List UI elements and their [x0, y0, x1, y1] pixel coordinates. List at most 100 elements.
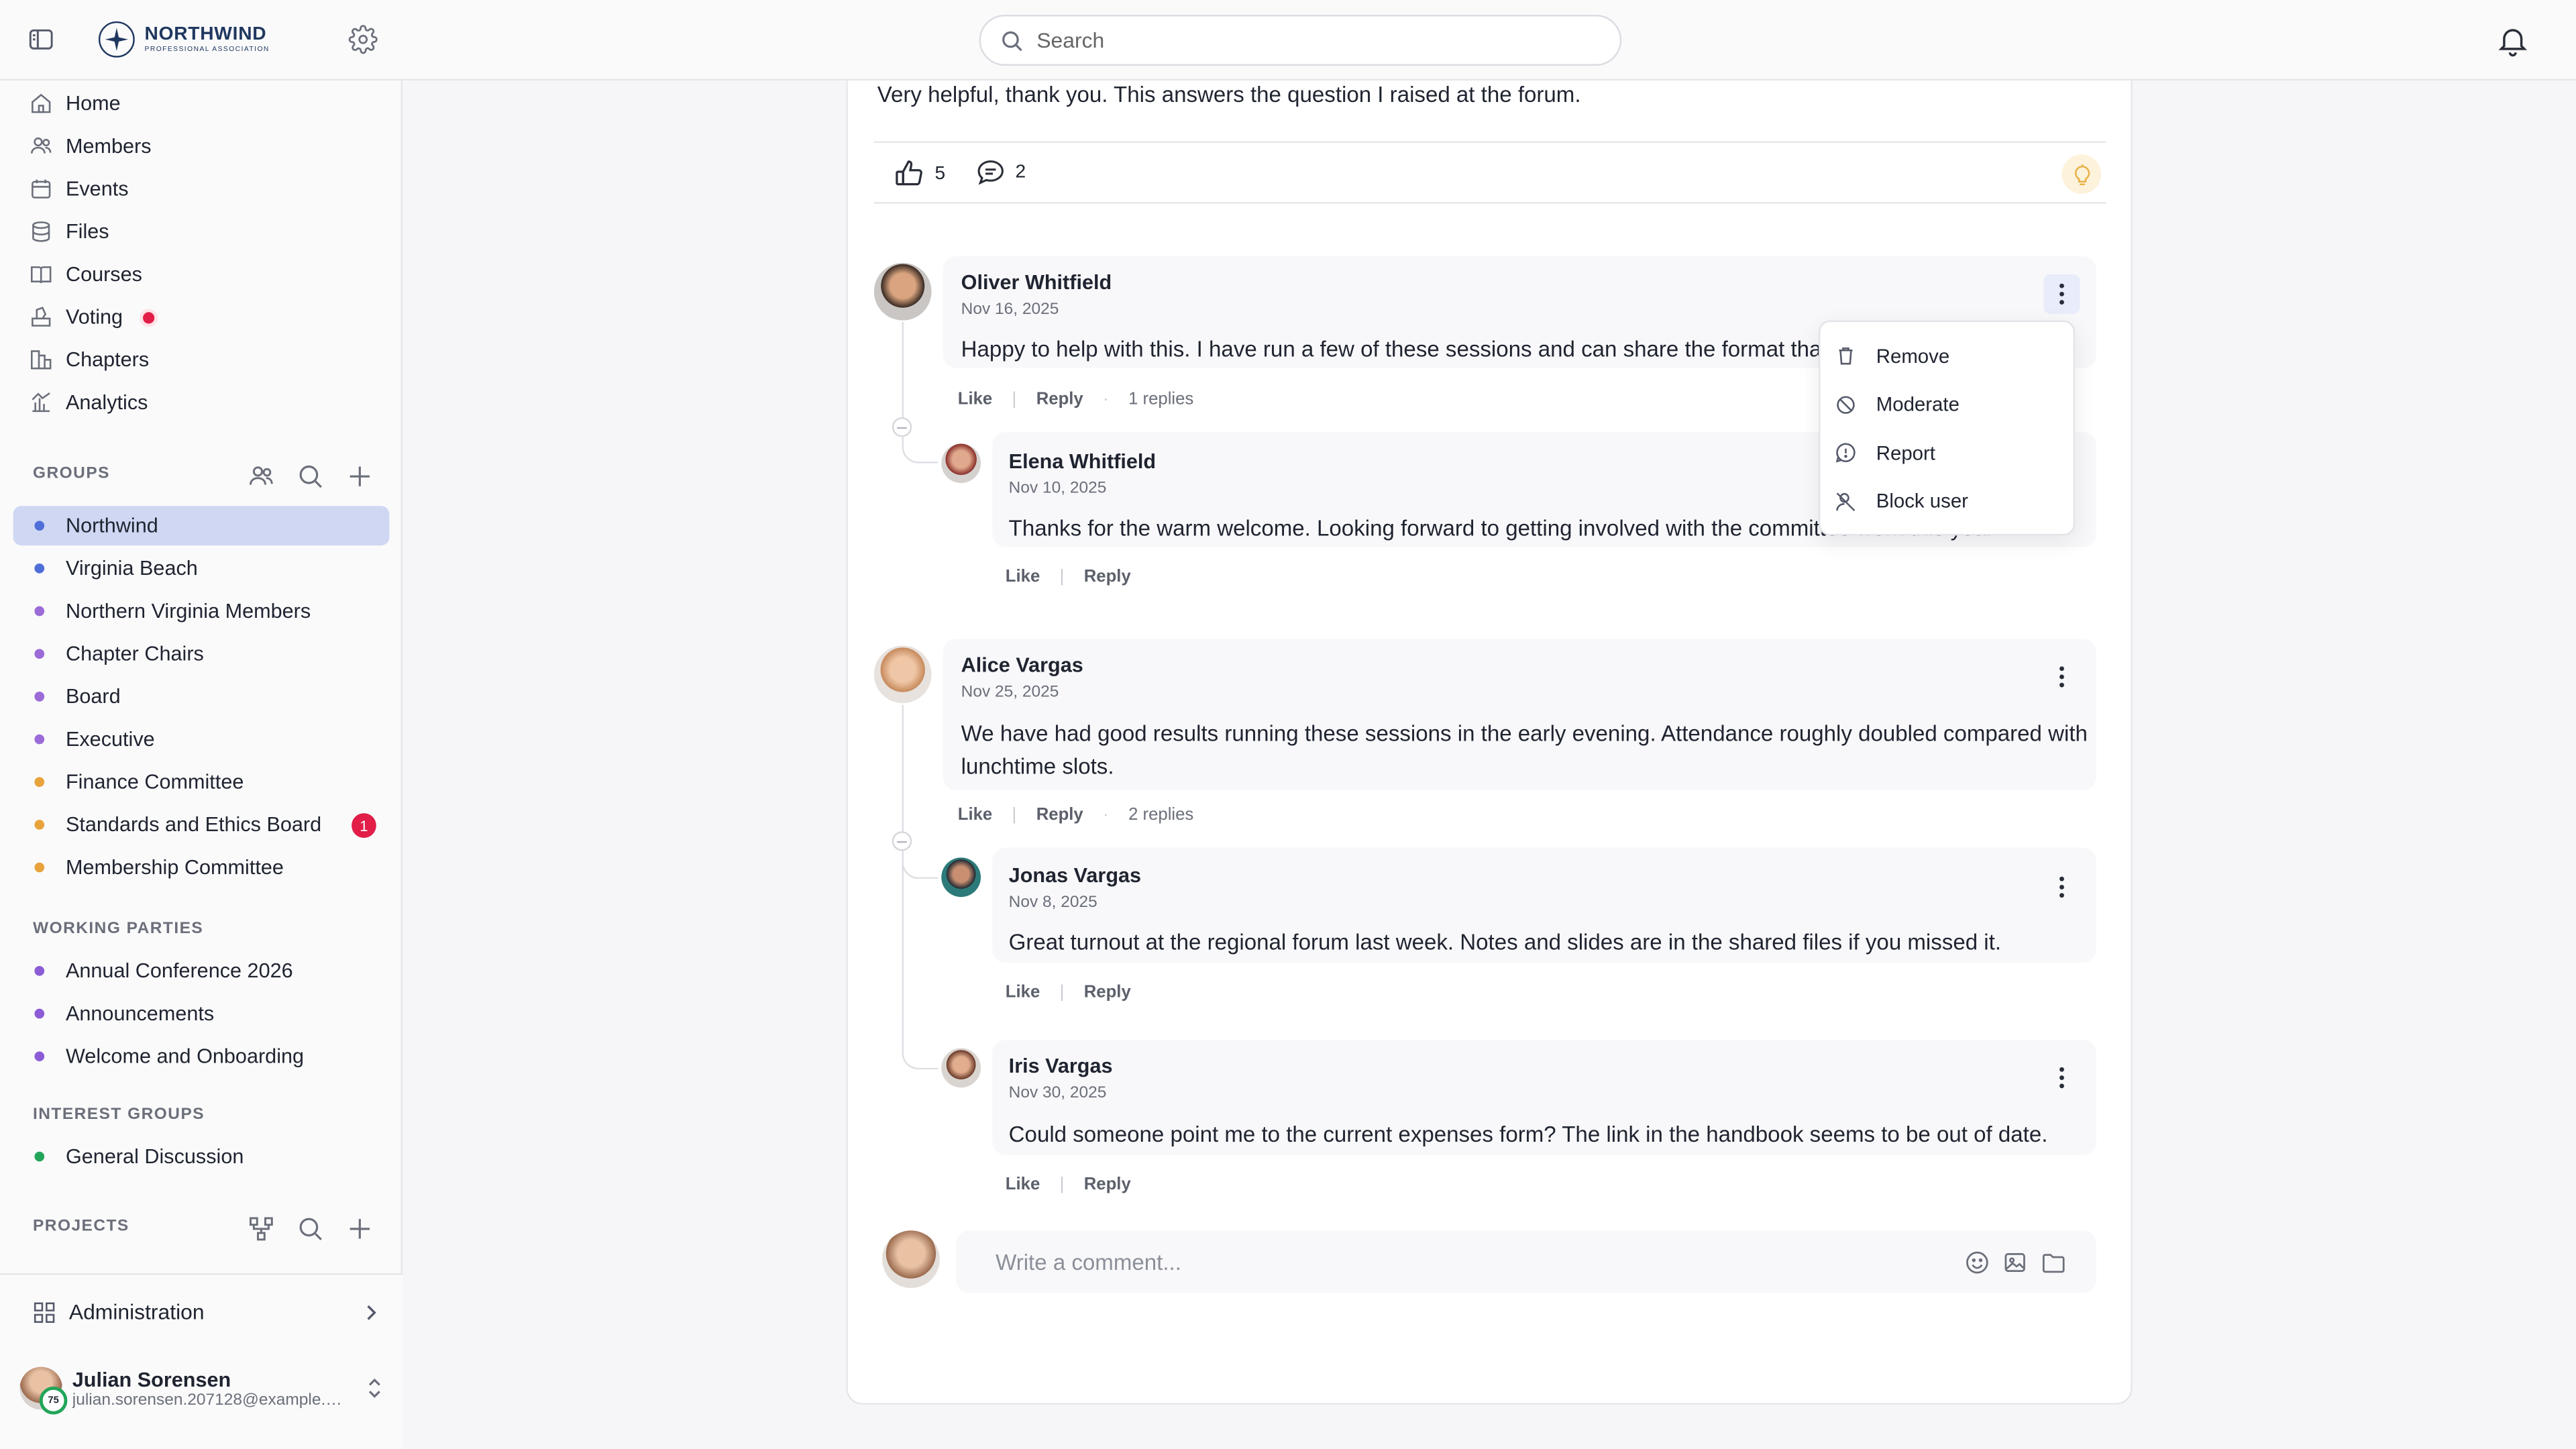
group-item-standards-ethics-board[interactable]: Standards and Ethics Board 1 [13, 805, 390, 845]
reply-author[interactable]: Jonas Vargas [1009, 864, 1141, 887]
nav-files-label: Files [65, 220, 109, 244]
chart-icon [30, 391, 52, 414]
group-label: Finance Committee [65, 770, 244, 794]
menu-item-remove[interactable]: Remove [1820, 332, 2073, 380]
group-item-membership-committee[interactable]: Membership Committee [13, 848, 390, 888]
group-label: Northwind [65, 514, 158, 537]
nav-courses[interactable]: Courses [30, 256, 142, 292]
reply-text: Great turnout at the regional forum last… [1008, 930, 2002, 955]
search-box[interactable] [979, 15, 1622, 66]
add-project-icon[interactable] [347, 1216, 373, 1242]
add-group-icon[interactable] [347, 464, 373, 490]
group-item-annual-conference[interactable]: Annual Conference 2026 [13, 951, 390, 991]
working-parties-section-title: WORKING PARTIES [32, 920, 204, 938]
bell-icon[interactable] [2496, 23, 2530, 57]
search-projects-icon[interactable] [297, 1216, 323, 1242]
ban-icon [1835, 394, 1857, 415]
sidebar-toggle-icon[interactable] [28, 26, 54, 52]
group-color-dot [34, 820, 45, 830]
reply-reply-button[interactable]: Reply [1084, 567, 1131, 586]
comment-options-button[interactable] [2044, 657, 2080, 697]
comment-replies-count[interactable]: 1 replies [1128, 389, 1193, 409]
comment-like-button[interactable]: Like [958, 805, 992, 824]
nav-chapters[interactable]: Chapters [30, 341, 149, 378]
reply-like-button[interactable]: Like [1006, 983, 1040, 1002]
nav-analytics[interactable]: Analytics [30, 384, 148, 421]
thread-line [902, 704, 904, 832]
projects-section-title: PROJECTS [32, 1217, 129, 1236]
reply-author[interactable]: Iris Vargas [1009, 1055, 1113, 1077]
nav-events-label: Events [65, 177, 129, 201]
group-item-northwind[interactable]: Northwind [13, 506, 390, 546]
group-item-welcome-onboarding[interactable]: Welcome and Onboarding [13, 1036, 390, 1076]
group-item-general-discussion[interactable]: General Discussion [13, 1137, 390, 1177]
brand-logo[interactable]: NORTHWIND PROFESSIONAL ASSOCIATION [98, 21, 270, 58]
image-icon[interactable] [2002, 1250, 2027, 1275]
collapse-thread-button[interactable] [892, 417, 912, 437]
group-item-northern-virginia-members[interactable]: Northern Virginia Members [13, 592, 390, 631]
comment-replies-count[interactable]: 2 replies [1128, 805, 1193, 824]
comment-author[interactable]: Oliver Whitfield [961, 271, 1112, 294]
comment-icon [976, 158, 1006, 187]
group-members-icon[interactable] [248, 464, 274, 490]
group-label: Virginia Beach [65, 557, 198, 580]
comment-text: We have had good results running these s… [961, 721, 2088, 778]
comment-options-button[interactable] [2043, 274, 2080, 314]
gear-icon[interactable] [348, 25, 378, 54]
groups-actions [248, 464, 373, 490]
thread-connector [902, 1016, 938, 1070]
group-item-chapter-chairs[interactable]: Chapter Chairs [13, 634, 390, 674]
search-input[interactable] [1036, 28, 1562, 53]
nav-events[interactable]: Events [30, 171, 129, 207]
comment-like-button[interactable]: Like [958, 389, 992, 409]
group-item-virginia-beach[interactable]: Virginia Beach [13, 549, 390, 588]
ballot-icon [30, 306, 52, 329]
members-icon [30, 135, 52, 158]
comments-button[interactable]: 2 [976, 158, 1026, 187]
reply-options-button[interactable] [2044, 867, 2080, 907]
group-item-board[interactable]: Board [13, 677, 390, 716]
avatar [941, 1048, 981, 1088]
menu-item-label: Block user [1876, 490, 1968, 513]
reply-options-button[interactable] [2044, 1058, 2080, 1097]
reply-reply-button[interactable]: Reply [1084, 983, 1131, 1002]
menu-item-moderate[interactable]: Moderate [1820, 380, 2073, 429]
chevron-up-down-icon [365, 1375, 384, 1401]
thread-line [902, 322, 904, 418]
comment-reply-button[interactable]: Reply [1036, 805, 1083, 824]
group-item-finance-committee[interactable]: Finance Committee [13, 762, 390, 802]
user-menu[interactable]: Julian Sorensen julian.sorensen.207128@e… [19, 1362, 384, 1414]
nav-voting[interactable]: Voting [30, 299, 154, 335]
lightbulb-icon[interactable] [2061, 154, 2102, 194]
comment-author[interactable]: Alice Vargas [961, 654, 1083, 677]
group-item-announcements[interactable]: Announcements [13, 994, 390, 1034]
collapse-thread-button[interactable] [892, 831, 912, 851]
comment-input[interactable] [996, 1249, 1916, 1275]
menu-item-block-user[interactable]: Block user [1820, 477, 2073, 525]
like-button[interactable]: 5 [894, 158, 945, 189]
comment-reply-button[interactable]: Reply [1036, 389, 1083, 409]
nav-home[interactable]: Home [30, 85, 121, 121]
reply-author[interactable]: Elena Whitfield [1009, 450, 1156, 473]
reply-like-button[interactable]: Like [1006, 1175, 1040, 1194]
avatar [941, 443, 981, 484]
nav-files[interactable]: Files [30, 213, 109, 250]
reply-reply-button[interactable]: Reply [1084, 1175, 1131, 1194]
nav-members[interactable]: Members [30, 128, 152, 164]
group-item-executive[interactable]: Executive [13, 720, 390, 759]
book-icon [30, 263, 52, 286]
administration-label: Administration [68, 1299, 205, 1324]
project-tree-icon[interactable] [248, 1216, 274, 1242]
group-color-dot [34, 649, 45, 659]
post-actions-bar: 5 2 [873, 141, 2106, 204]
menu-item-report[interactable]: Report [1820, 429, 2073, 477]
reply-like-button[interactable]: Like [1006, 567, 1040, 586]
comment-input-box[interactable] [956, 1230, 2096, 1293]
chapters-icon [30, 348, 52, 371]
search-groups-icon[interactable] [297, 464, 323, 490]
folder-icon[interactable] [2041, 1250, 2067, 1275]
group-color-dot [34, 1008, 45, 1019]
administration-link[interactable]: Administration [33, 1299, 381, 1324]
emoji-icon[interactable] [1965, 1250, 1990, 1275]
group-color-dot [34, 966, 45, 976]
